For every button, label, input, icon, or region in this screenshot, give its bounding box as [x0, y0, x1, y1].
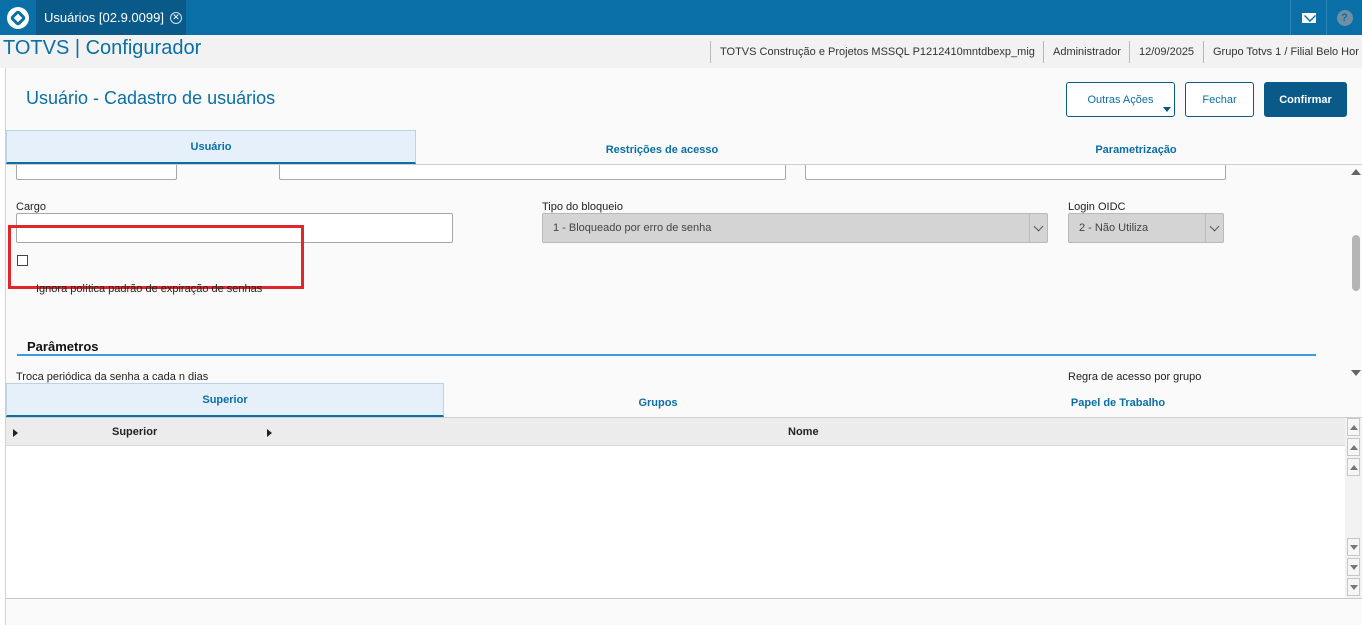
- highlight-box: [8, 225, 304, 289]
- branch-info: Grupo Totvs 1 / Filial Belo Hor: [1203, 41, 1362, 63]
- totvs-logo-icon[interactable]: [0, 0, 35, 35]
- tab-papel-label: Papel de Trabalho: [1070, 397, 1166, 409]
- superior-grid: Superior Nome: [6, 418, 1345, 598]
- tab-superior[interactable]: Superior: [6, 383, 444, 417]
- block-type-value: 1 - Bloqueado por erro de senha: [553, 222, 712, 234]
- date-field[interactable]: [16, 165, 177, 180]
- tab-usuario-label: Usuário: [190, 140, 232, 153]
- user-info: Administrador: [1043, 41, 1129, 63]
- column-superior[interactable]: Superior: [112, 426, 157, 438]
- block-type-label: Tipo do bloqueio: [542, 201, 623, 213]
- tab-parametrizacao[interactable]: Parametrização: [908, 133, 1362, 167]
- login-oidc-value: 2 - Não Utiliza: [1079, 222, 1149, 234]
- help-icon: ?: [1336, 9, 1353, 26]
- scroll-up-button[interactable]: [1347, 458, 1360, 476]
- section-divider: [17, 354, 1316, 356]
- top-bar: Usuários [02.9.0099] ✕ ?: [0, 0, 1362, 35]
- info-bar: TOTVS | Configurador TOTVS Construção e …: [0, 35, 1362, 68]
- tab-usuario[interactable]: Usuário: [6, 130, 416, 164]
- scroll-thumb[interactable]: [1352, 235, 1360, 291]
- top-field-middle[interactable]: [279, 165, 786, 180]
- expand-icon[interactable]: [267, 429, 272, 437]
- other-actions-label: Outras Ações: [1087, 93, 1154, 106]
- scroll-down-button[interactable]: [1347, 538, 1360, 556]
- bottom-divider: [6, 598, 1362, 599]
- parameters-title: Parâmetros: [27, 339, 99, 354]
- chevron-down-icon: [1205, 214, 1223, 242]
- tab-grupos-label: Grupos: [638, 397, 678, 409]
- environment-info: TOTVS Construção e Projetos MSSQL P12124…: [710, 41, 1043, 63]
- tab-papel-de-trabalho[interactable]: Papel de Trabalho: [872, 386, 1362, 420]
- confirm-button-label: Confirmar: [1279, 93, 1332, 106]
- help-button[interactable]: ?: [1326, 0, 1362, 35]
- scroll-page-down-button[interactable]: [1347, 558, 1360, 576]
- login-oidc-label: Login OIDC: [1068, 201, 1126, 213]
- cargo-label: Cargo: [16, 201, 46, 213]
- access-rule-label: Regra de acesso por grupo: [1068, 371, 1202, 383]
- sub-tabs: Superior Grupos Papel de Trabalho: [6, 383, 1362, 418]
- tab-superior-label: Superior: [202, 393, 248, 406]
- window-tab-label: Usuários [02.9.0099]: [44, 10, 164, 25]
- scroll-top-button[interactable]: [1347, 418, 1360, 436]
- scroll-up-icon[interactable]: [1351, 169, 1361, 175]
- expand-icon[interactable]: [13, 429, 18, 437]
- form-scrollbar[interactable]: [1350, 165, 1362, 380]
- login-oidc-select[interactable]: 2 - Não Utiliza: [1068, 213, 1224, 243]
- tab-restricoes[interactable]: Restrições de acesso: [416, 133, 908, 167]
- main-page: Usuário - Cadastro de usuários Outras Aç…: [5, 68, 1362, 625]
- top-field-right[interactable]: [805, 165, 1226, 180]
- close-icon[interactable]: ✕: [169, 11, 182, 24]
- grid-scrollbar: [1345, 418, 1362, 598]
- chevron-down-icon: [1029, 214, 1047, 242]
- mail-button[interactable]: [1290, 0, 1326, 35]
- close-button[interactable]: Fechar: [1185, 82, 1254, 117]
- confirm-button[interactable]: Confirmar: [1264, 82, 1347, 117]
- ignore-policy-label[interactable]: Ignora política padrão de expiração de s…: [36, 283, 262, 295]
- main-tabs: Usuário Restrições de acesso Parametriza…: [6, 130, 1362, 165]
- tab-restricoes-label: Restrições de acesso: [605, 144, 719, 156]
- tab-grupos[interactable]: Grupos: [444, 386, 872, 420]
- date-info: 12/09/2025: [1129, 41, 1203, 63]
- ignore-policy-checkbox[interactable]: [17, 255, 28, 266]
- password-change-label: Troca periódica da senha a cada n dias: [16, 371, 209, 383]
- other-actions-button[interactable]: Outras Ações: [1066, 82, 1175, 117]
- mail-icon: [1301, 12, 1316, 23]
- column-nome[interactable]: Nome: [788, 426, 819, 438]
- scroll-down-icon[interactable]: [1351, 370, 1361, 376]
- scroll-page-up-button[interactable]: [1347, 438, 1360, 456]
- block-type-select[interactable]: 1 - Bloqueado por erro de senha: [542, 213, 1048, 243]
- app-title: TOTVS | Configurador: [3, 37, 202, 59]
- window-tab-usuarios[interactable]: Usuários [02.9.0099] ✕: [36, 0, 186, 35]
- page-title: Usuário - Cadastro de usuários: [26, 88, 276, 108]
- tab-parametrizacao-label: Parametrização: [1095, 144, 1177, 156]
- caret-down-icon: [1163, 107, 1171, 112]
- scroll-bottom-button[interactable]: [1347, 578, 1360, 596]
- close-button-label: Fechar: [1202, 93, 1237, 106]
- grid-header: Superior Nome: [6, 418, 1345, 446]
